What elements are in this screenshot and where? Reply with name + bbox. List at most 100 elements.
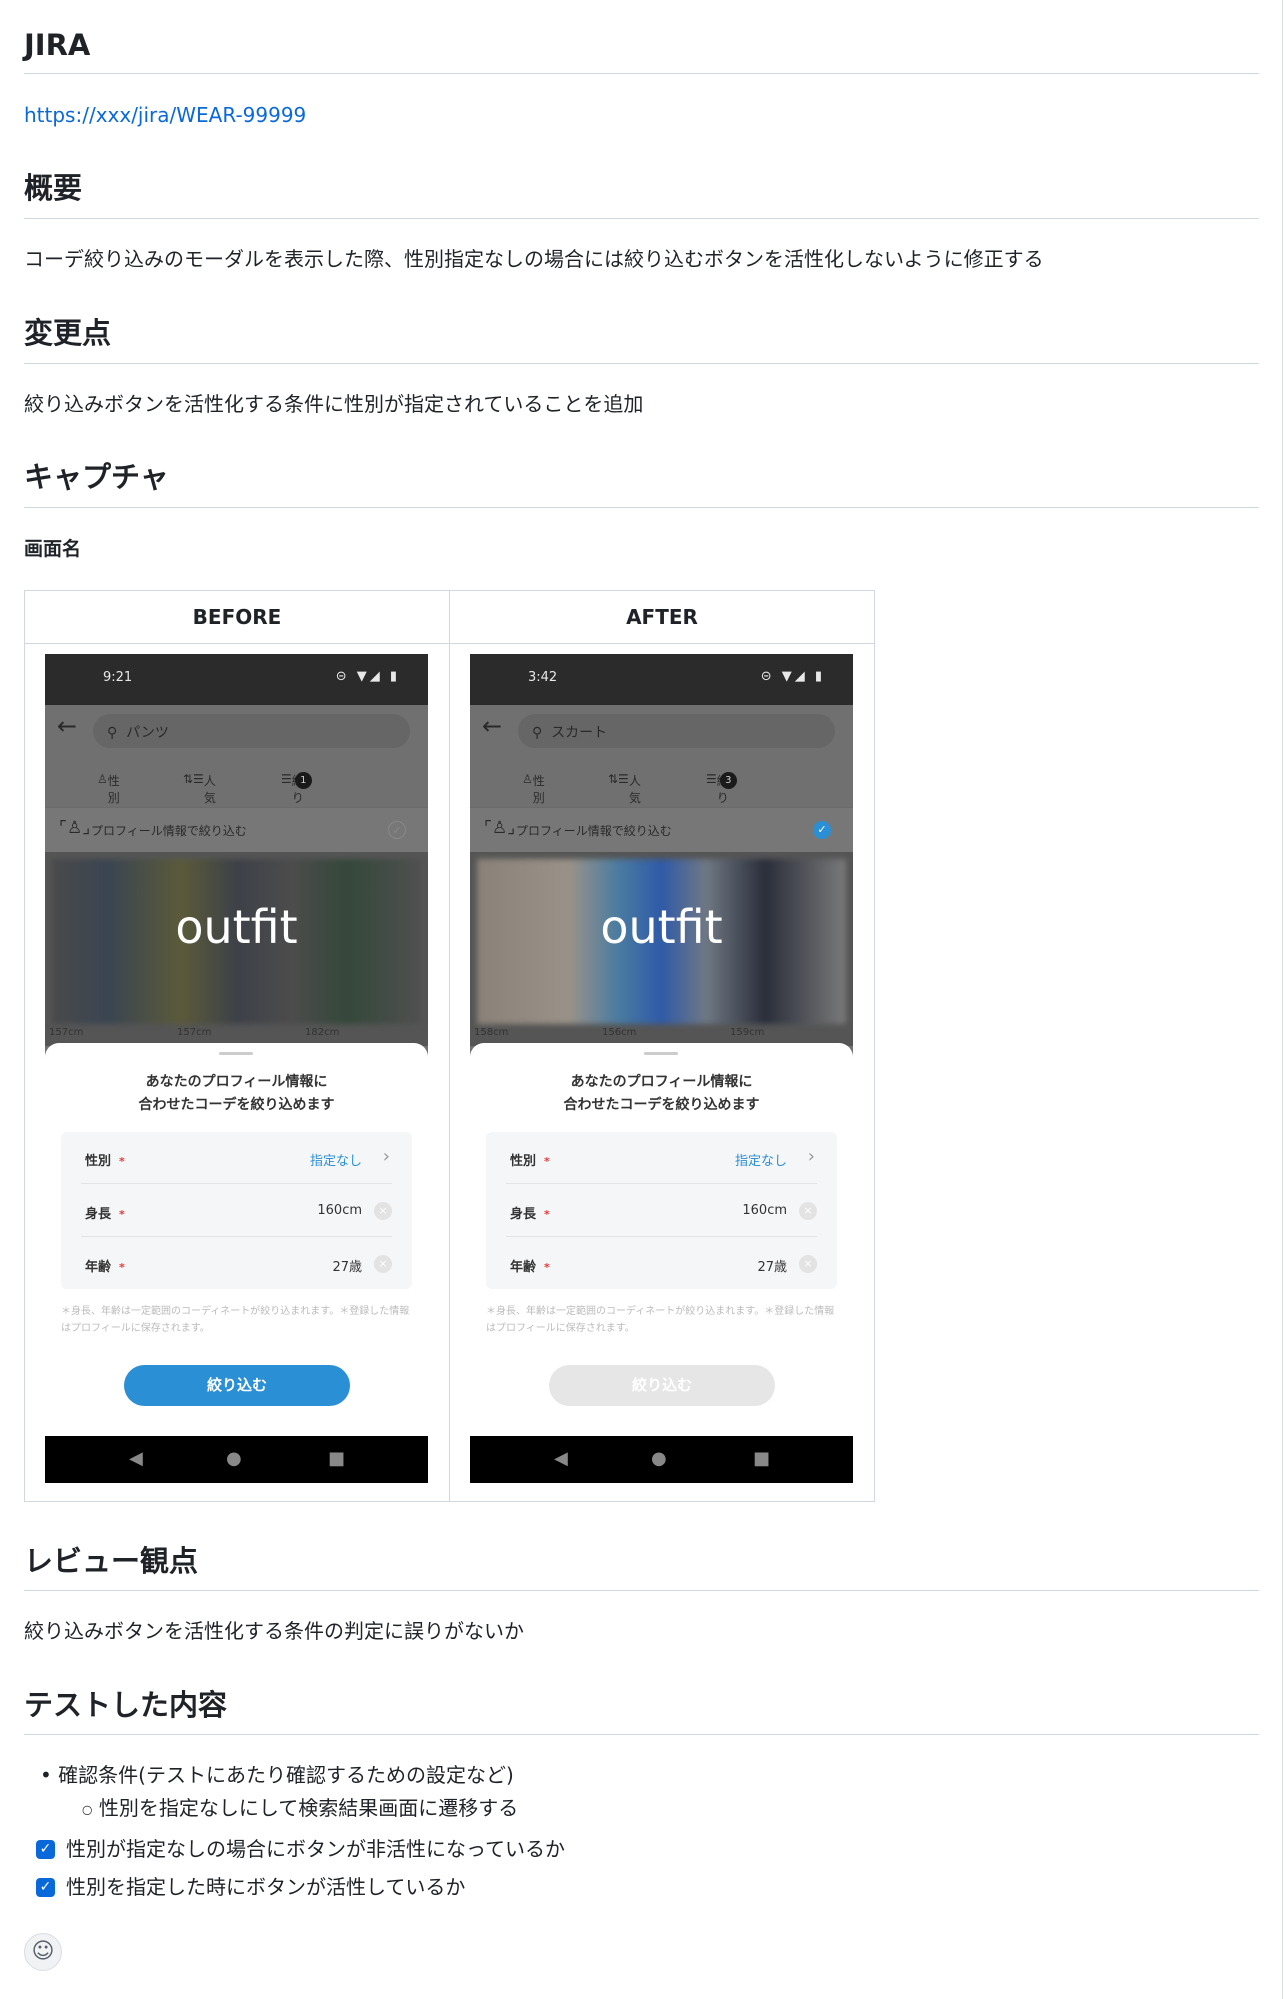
phone-text: 性別 [107,774,120,805]
profile-filter-sheet: あなたのプロフィール情報に 合わせたコーデを絞り込めます 性別 * 指定なし › 身長 *… [470,1043,853,1436]
gender-row: 性別 * 指定なし › [81,1132,392,1184]
chevron-right-icon: › [382,1146,390,1167]
phone-text: * [544,1155,550,1168]
phone-screenshot: 3:42⊝ ▼◢ ▮ ← ⚲ スカート ♙ 性別 ⇅☰ 人気順 ☰ 絞り込み3 … [470,654,853,1483]
bullet-text: 確認条件(テストにあたり確認するための設定など) [58,1763,514,1787]
header-before: BEFORE [24,590,450,644]
search-query: パンツ [126,725,169,741]
phone-text: 合わせたコーデを絞り込めます [138,1097,335,1113]
chevron-right-icon: › [807,1146,815,1167]
phone-text: あなたのプロフィール情報に [570,1074,753,1090]
height-row: 身長 * 160cm × [506,1185,817,1237]
check-circle-icon: ✓ [388,821,406,839]
phone-text: 27歳 [757,1260,787,1275]
back-arrow-icon: ← [482,712,503,740]
outfit-photos: outfit 158cm 156cm 159cm [470,852,853,1046]
divider [24,218,1259,219]
jira-link[interactable]: https://xxx/jira/WEAR-99999 [24,103,306,127]
back-arrow-icon: ← [57,712,78,740]
sheet-title: あなたのプロフィール情報に 合わせたコーデを絞り込めます [45,1071,428,1117]
nav-recents-icon: ■ [328,1448,346,1469]
phone-text: 年齢 [85,1260,112,1275]
form-note: ＊身長、年齢は一定範囲のコーディネートが絞り込まれます。＊登録した情報はプロフィ… [486,1306,835,1334]
filter-gender: ♙ 性別 [97,772,120,805]
profile-filter-row: ⌜♙⌟ プロフィール情報で絞り込む ✓ [470,807,853,852]
profile-form: 性別 * 指定なし › 身長 * 160cm × 年齢 * 27歳 × [486,1132,837,1289]
divider [24,73,1259,74]
check-item-label: 性別を指定した時にボタンが活性しているか [66,1875,466,1899]
filter-refine: ☰ 絞り込み1 [281,772,312,839]
phone-text: 159cm [730,1027,765,1038]
refine-button: 絞り込む [124,1365,350,1406]
status-icons: ⊝ ▼◢ ▮ [760,669,825,684]
filter-count-badge: 3 [719,772,737,789]
clear-icon: × [799,1255,817,1273]
profile-scan-icon: ⌜♙⌟ [484,818,516,838]
phone-text: 年齢 [510,1260,537,1275]
profile-filter-label: プロフィール情報で絞り込む [91,824,247,838]
phone-text: * [544,1208,550,1221]
search-query: スカート [551,725,608,741]
phone-text: 160cm [317,1203,362,1218]
filter-count-badge: 1 [294,772,312,789]
phone-text: * [119,1261,125,1274]
divider [24,1590,1259,1591]
search-icon: ⚲ [532,725,543,741]
status-bar: 3:42 ⊝ ▼◢ ▮ [470,654,853,705]
check-item-label: 性別が指定なしの場合にボタンが非活性になっているか [66,1837,565,1861]
check-circle-icon: ✓ [813,821,831,839]
nav-recents-icon: ■ [753,1448,771,1469]
checkbox-checked[interactable]: ✓ [36,1878,55,1897]
summary-text: コーデ絞り込みのモーダルを表示した際、性別指定なしの場合には絞り込むボタンを活性… [24,247,1044,271]
gender-row: 性別 * 指定なし › [506,1132,817,1184]
divider [24,363,1259,364]
phone-text: 合わせたコーデを絞り込めます [563,1097,760,1113]
phone-text: あなたのプロフィール情報に [145,1074,328,1090]
profile-form: 性別 * 指定なし › 身長 * 160cm × 年齢 * 27歳 × [61,1132,412,1289]
profile-filter-row: ⌜♙⌟ プロフィール情報で絞り込む ✓ [45,807,428,852]
phone-text: 性別 [510,1154,537,1169]
form-note: ＊身長、年齢は一定範囲のコーディネートが絞り込まれます。＊登録した情報はプロフィ… [61,1306,410,1334]
outfit-photos: outfit 157cm 157cm 182cm [45,852,428,1046]
gender-value: 指定なし [734,1154,787,1169]
add-reaction-smiley-icon[interactable]: ☺ [24,1933,62,1971]
status-icons: ⊝ ▼◢ ▮ [335,669,400,684]
sheet-title: あなたのプロフィール情報に 合わせたコーデを絞り込めます [470,1071,853,1117]
phone-text: 身長 [85,1207,112,1222]
nav-home-icon: ● [226,1448,242,1469]
gender-value: 指定なし [309,1154,362,1169]
phone-text: 157cm [49,1027,84,1038]
phone-text: * [119,1208,125,1221]
clear-icon: × [374,1202,392,1220]
document-page: JIRA https://xxx/jira/WEAR-99999 概要 コーデ絞… [0,0,1283,1999]
phone-text: * [119,1155,125,1168]
divider [24,507,1259,508]
phone-screenshot: 9:21 ⊝ ▼◢ ▮ ← ⚲ パンツ ♙ 性別 ⇅☰ 人気順 ☰ 絞り込み1 ⌜… [45,654,428,1483]
phone-text: 160cm [742,1203,787,1218]
heading-capture: キャプチャ [24,460,169,494]
heading-jira: JIRA [24,28,91,62]
nav-back-icon: ◀ [129,1448,143,1469]
after-cell: 3:42⊝ ▼◢ ▮ ← ⚲ スカート ♙ 性別 ⇅☰ 人気順 ☰ 絞り込み3 … [449,643,875,1502]
header-after: AFTER [449,590,875,644]
filter-refine: ☰ 絞り込み3 [706,772,737,839]
screen-name-label: 画面名 [24,538,82,560]
sheet-handle [644,1052,678,1055]
phone-text: * [544,1261,550,1274]
clear-icon: × [374,1255,392,1273]
heading-review: レビュー観点 [24,1544,199,1578]
android-nav-bar: ◀ ● ■ [45,1436,428,1483]
phone-text: 158cm [474,1027,509,1038]
sub-bullet-item: ○ 性別を指定なしにして検索結果画面に遷移する [82,1796,519,1820]
phone-text: 性別 [532,774,545,805]
phone-text: 性別 [85,1154,112,1169]
capture-table: BEFORE AFTER 9:21 ⊝ ▼◢ ▮ ← ⚲ パンツ ♙ 性別 ⇅☰ 人… [24,590,875,1502]
status-bar: 9:21 ⊝ ▼◢ ▮ [45,654,428,705]
before-cell: 9:21 ⊝ ▼◢ ▮ ← ⚲ パンツ ♙ 性別 ⇅☰ 人気順 ☰ 絞り込み1 ⌜… [24,643,450,1502]
phone-text: 157cm [177,1027,212,1038]
phone-text: 身長 [510,1207,537,1222]
checkbox-checked[interactable]: ✓ [36,1840,55,1859]
clear-icon: × [799,1202,817,1220]
filter-sort: ⇅☰ 人気順 [183,772,216,822]
profile-scan-icon: ⌜♙⌟ [59,818,91,838]
